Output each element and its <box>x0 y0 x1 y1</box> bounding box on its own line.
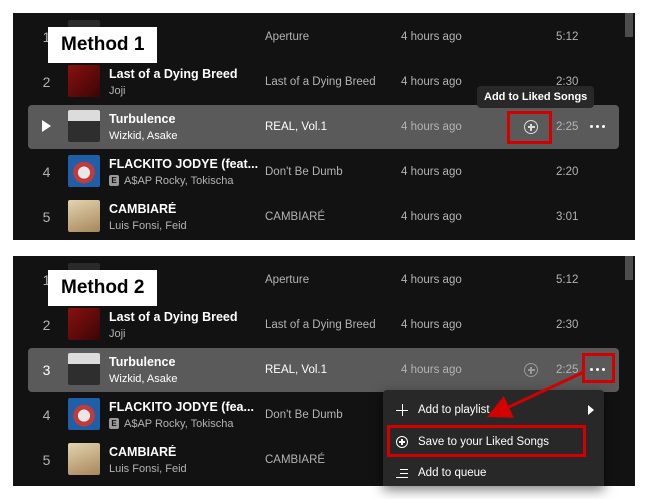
album-art <box>68 443 100 475</box>
track-artist[interactable]: Luis Fonsi, Feid <box>109 220 187 232</box>
track-duration: 2:30 <box>556 319 579 331</box>
track-title[interactable]: Turbulence <box>109 112 175 126</box>
track-duration: 2:20 <box>556 166 579 178</box>
track-date-added: 4 hours ago <box>401 319 462 331</box>
submenu-arrow-icon <box>588 405 594 415</box>
track-album[interactable]: REAL, Vol.1 <box>265 105 327 149</box>
album-art <box>68 110 100 142</box>
scrollbar[interactable] <box>625 13 633 37</box>
track-date-added: 4 hours ago <box>401 76 462 88</box>
highlight-box-more-options <box>582 353 615 383</box>
add-to-liked-tooltip: Add to Liked Songs <box>477 86 595 108</box>
track-artist[interactable]: Joji <box>109 328 126 340</box>
track-date-added: 4 hours ago <box>401 121 462 133</box>
album-art <box>68 65 100 97</box>
track-artist[interactable]: Joji <box>109 85 126 97</box>
highlight-box-save-liked <box>387 425 586 457</box>
track-row[interactable]: 4 FLACKITO JODYE (feat... E A$AP Rocky, T… <box>28 150 619 194</box>
track-date-added: 4 hours ago <box>401 364 462 376</box>
menu-item-add-to-queue[interactable]: Add to queue <box>383 458 604 488</box>
track-album[interactable]: Don't Be Dumb <box>265 393 343 437</box>
track-artist[interactable]: Wizkid, Asake <box>109 130 177 142</box>
track-title[interactable]: FLACKITO JODYE (feat... <box>109 157 258 171</box>
track-title[interactable]: Turbulence <box>109 355 175 369</box>
track-number: 5 <box>42 452 51 468</box>
track-number: 2 <box>42 74 51 90</box>
track-title[interactable]: CAMBIARÉ <box>109 202 176 216</box>
track-title[interactable]: CAMBIARÉ <box>109 445 176 459</box>
add-to-liked-icon[interactable] <box>524 363 538 377</box>
queue-icon <box>396 467 408 479</box>
album-art <box>68 155 100 187</box>
play-icon[interactable] <box>42 120 51 132</box>
track-album[interactable]: REAL, Vol.1 <box>265 348 327 392</box>
plus-icon <box>396 404 408 416</box>
album-art <box>68 353 100 385</box>
method1-label: Method 1 <box>48 27 158 63</box>
track-number: 4 <box>42 164 51 180</box>
album-art <box>68 308 100 340</box>
track-date-added: 4 hours ago <box>401 274 462 286</box>
track-date-added: 4 hours ago <box>401 31 462 43</box>
track-album[interactable]: Don't Be Dumb <box>265 150 343 194</box>
track-album[interactable]: Aperture <box>265 15 309 59</box>
track-duration: 5:12 <box>556 274 579 286</box>
track-album[interactable]: CAMBIARÉ <box>265 195 325 239</box>
track-title[interactable]: Last of a Dying Breed <box>109 67 238 81</box>
menu-item-label: Add to playlist <box>418 404 490 416</box>
track-artist[interactable]: Luis Fonsi, Feid <box>109 463 187 475</box>
track-album[interactable]: Last of a Dying Breed <box>265 60 376 104</box>
scrollbar[interactable] <box>625 256 633 280</box>
track-artist[interactable]: E A$AP Rocky, Tokischa <box>109 175 233 187</box>
more-options-icon[interactable] <box>590 125 606 129</box>
menu-item-add-to-playlist[interactable]: Add to playlist <box>383 395 604 425</box>
track-album[interactable]: Last of a Dying Breed <box>265 303 376 347</box>
menu-item-label: Add to queue <box>418 467 487 479</box>
track-number: 2 <box>42 317 51 333</box>
track-row-selected[interactable]: 3 Turbulence Wizkid, Asake REAL, Vol.1 4… <box>28 348 619 392</box>
track-number: 5 <box>42 209 51 225</box>
track-date-added: 4 hours ago <box>401 166 462 178</box>
track-artist[interactable]: E A$AP Rocky, Tokischa <box>109 418 233 430</box>
track-title[interactable]: Last of a Dying Breed <box>109 310 238 324</box>
track-number: 4 <box>42 407 51 423</box>
track-artist[interactable]: Wizkid, Asake <box>109 373 177 385</box>
track-title[interactable]: FLACKITO JODYE (fea... <box>109 400 254 414</box>
album-art <box>68 200 100 232</box>
track-row[interactable]: 5 CAMBIARÉ Luis Fonsi, Feid CAMBIARÉ 4 h… <box>28 195 619 239</box>
method2-label: Method 2 <box>48 270 158 306</box>
explicit-badge: E <box>109 418 119 429</box>
explicit-badge: E <box>109 175 119 186</box>
track-duration: 2:25 <box>556 121 579 133</box>
track-date-added: 4 hours ago <box>401 211 462 223</box>
track-duration: 2:25 <box>556 364 579 376</box>
track-album[interactable]: CAMBIARÉ <box>265 438 325 482</box>
highlight-box-add-icon <box>507 111 552 144</box>
track-duration: 5:12 <box>556 31 579 43</box>
track-album[interactable]: Aperture <box>265 258 309 302</box>
track-number: 3 <box>42 362 51 378</box>
track-duration: 3:01 <box>556 211 579 223</box>
album-art <box>68 398 100 430</box>
track-row[interactable]: 2 Last of a Dying Breed Joji Last of a D… <box>28 303 619 347</box>
